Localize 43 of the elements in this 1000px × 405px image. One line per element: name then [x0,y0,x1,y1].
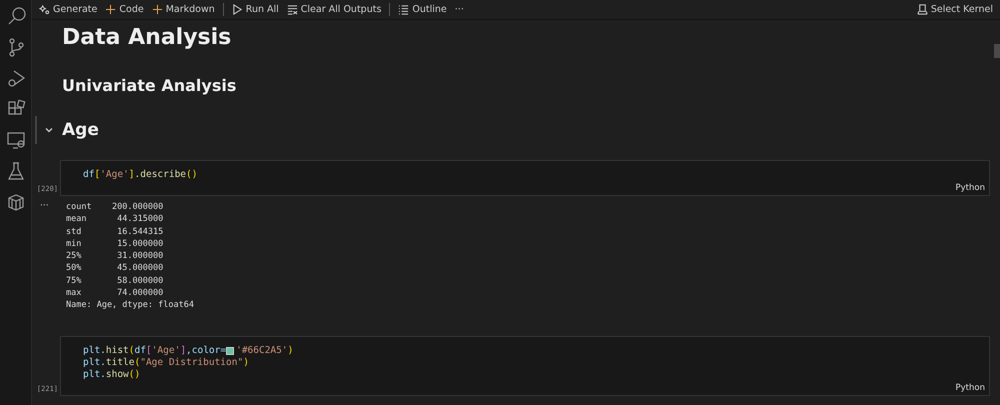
heading: Age [62,120,99,140]
output-line: 25% 31.000000 [66,250,164,262]
select-kernel-button[interactable]: Select Kernel [914,3,996,16]
output-line: std 16.544315 [66,226,164,238]
output-line: 75% 58.000000 [66,274,164,288]
output-line: count 200.000000 [66,201,164,214]
code-line: plt.hist(df['Age'],color= '#66C2A5') [83,344,294,357]
scrollbar-thumb[interactable] [994,44,1000,58]
toolbar-button[interactable]: Markdown [148,3,218,16]
heading: Data Analysis [62,24,232,50]
code-line: plt.show() [83,368,142,381]
sparkle-icon [39,4,50,15]
code-line: plt.title("Age Distribution") [83,356,250,369]
color-swatch[interactable] [226,346,234,355]
plus-icon [105,4,116,15]
package-icon[interactable] [6,192,26,212]
play-icon [232,4,243,15]
clear-outputs-icon [286,4,298,15]
toolbar-button[interactable]: Code [102,3,147,16]
code-editor[interactable]: plt.hist(df['Age'],color= '#66C2A5') plt.title("Age Distribution") plt.show() Python [60,336,990,396]
heading: Univariate Analysis [62,76,236,94]
more-button[interactable]: ··· [452,3,467,16]
flask-icon[interactable] [6,161,26,181]
output-line: Name: Age, dtype: float64 [66,299,195,312]
toolbar-button[interactable]: Run All [228,3,282,16]
toolbar-button[interactable]: Generate [36,3,100,16]
output-line: mean 44.315000 [66,213,164,226]
toolbar-button[interactable]: Clear All Outputs [284,3,384,16]
output-line: 50% 45.000000 [66,262,164,275]
output-line: max 74.000000 [66,287,164,300]
code-editor[interactable]: df['Age'].describe() Python [60,160,990,196]
computer-icon [916,4,928,15]
code-line: df['Age'].describe() [83,169,198,181]
output-more[interactable]: ··· [35,201,60,312]
toolbar-button[interactable]: Outline [395,3,450,16]
language-label[interactable]: Python [956,382,985,393]
chevron-icon[interactable] [44,125,54,135]
list-icon [398,4,410,15]
monitor-icon[interactable] [6,130,26,150]
run-debug-icon[interactable] [6,68,26,88]
output-line: min 15.000000 [66,238,164,250]
plus-icon [152,4,163,15]
language-label[interactable]: Python [956,183,985,193]
